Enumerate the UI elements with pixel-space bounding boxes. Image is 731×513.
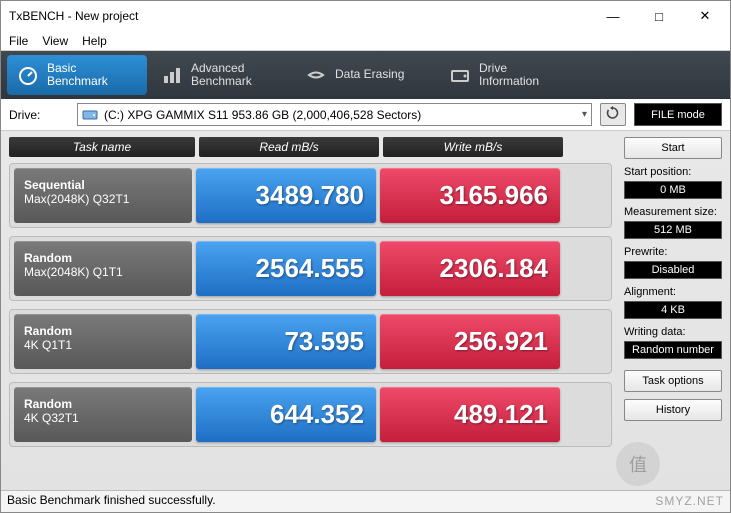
alignment-value[interactable]: 4 KB <box>624 301 722 319</box>
refresh-icon <box>606 106 620 123</box>
menu-help[interactable]: Help <box>82 34 107 48</box>
menubar: File View Help <box>1 31 730 51</box>
file-mode-button[interactable]: FILE mode <box>634 103 722 126</box>
start-position-label: Start position: <box>624 166 722 178</box>
write-value-cell: 489.121 <box>380 387 560 442</box>
watermark-text: SMYZ.NET <box>655 494 724 508</box>
results-header: Task name Read mB/s Write mB/s <box>9 137 612 157</box>
status-text: Basic Benchmark finished successfully. <box>7 493 216 507</box>
task-name-cell: SequentialMax(2048K) Q32T1 <box>14 168 192 223</box>
measurement-size-label: Measurement size: <box>624 206 722 218</box>
tab-drive-information[interactable]: Drive Information <box>439 55 579 95</box>
task-options-button[interactable]: Task options <box>624 370 722 392</box>
read-value-cell: 3489.780 <box>196 168 376 223</box>
tab-label: Data Erasing <box>335 68 404 81</box>
refresh-button[interactable] <box>600 103 626 126</box>
write-value-cell: 256.921 <box>380 314 560 369</box>
tab-label: Advanced Benchmark <box>191 62 252 88</box>
read-value-cell: 644.352 <box>196 387 376 442</box>
measurement-size-value[interactable]: 512 MB <box>624 221 722 239</box>
result-row: Random4K Q32T1644.352489.121 <box>9 382 612 447</box>
task-name-cell: Random4K Q1T1 <box>14 314 192 369</box>
erase-icon <box>305 64 327 86</box>
write-value-cell: 2306.184 <box>380 241 560 296</box>
chevron-down-icon: ▾ <box>582 109 587 120</box>
disk-icon <box>82 108 98 122</box>
drive-select[interactable]: (C:) XPG GAMMIX S11 953.86 GB (2,000,406… <box>77 103 592 126</box>
drive-selected-text: (C:) XPG GAMMIX S11 953.86 GB (2,000,406… <box>104 108 421 122</box>
titlebar: TxBENCH - New project — □ ✕ <box>1 1 730 31</box>
tab-data-erasing[interactable]: Data Erasing <box>295 55 435 95</box>
menu-view[interactable]: View <box>42 34 68 48</box>
window-title: TxBENCH - New project <box>9 9 590 23</box>
maximize-button[interactable]: □ <box>636 1 682 31</box>
tab-advanced-benchmark[interactable]: Advanced Benchmark <box>151 55 291 95</box>
history-button[interactable]: History <box>624 399 722 421</box>
start-position-value[interactable]: 0 MB <box>624 181 722 199</box>
writing-data-value[interactable]: Random number <box>624 341 722 359</box>
task-name-cell: RandomMax(2048K) Q1T1 <box>14 241 192 296</box>
minimize-button[interactable]: — <box>590 1 636 31</box>
drive-row: Drive: (C:) XPG GAMMIX S11 953.86 GB (2,… <box>1 99 730 131</box>
drive-icon <box>449 64 471 86</box>
tab-label: Basic Benchmark <box>47 62 108 88</box>
result-row: Random4K Q1T173.595256.921 <box>9 309 612 374</box>
tab-basic-benchmark[interactable]: Basic Benchmark <box>7 55 147 95</box>
statusbar: Basic Benchmark finished successfully. <box>1 490 730 512</box>
read-value-cell: 2564.555 <box>196 241 376 296</box>
read-value-cell: 73.595 <box>196 314 376 369</box>
close-button[interactable]: ✕ <box>682 1 728 31</box>
tab-label: Drive Information <box>479 62 539 88</box>
header-task: Task name <box>9 137 195 157</box>
task-name-cell: Random4K Q32T1 <box>14 387 192 442</box>
prewrite-value[interactable]: Disabled <box>624 261 722 279</box>
writing-data-label: Writing data: <box>624 326 722 338</box>
result-row: SequentialMax(2048K) Q32T13489.7803165.9… <box>9 163 612 228</box>
watermark-logo: 值 <box>616 442 660 486</box>
header-read: Read mB/s <box>199 137 379 157</box>
alignment-label: Alignment: <box>624 286 722 298</box>
bar-chart-icon <box>161 64 183 86</box>
results-panel: Task name Read mB/s Write mB/s Sequentia… <box>1 131 620 511</box>
file-mode-label: FILE mode <box>651 109 705 121</box>
toolbar: Basic Benchmark Advanced Benchmark Data … <box>1 51 730 99</box>
start-button[interactable]: Start <box>624 137 722 159</box>
gauge-icon <box>17 64 39 86</box>
result-row: RandomMax(2048K) Q1T12564.5552306.184 <box>9 236 612 301</box>
write-value-cell: 3165.966 <box>380 168 560 223</box>
drive-label: Drive: <box>9 108 69 122</box>
prewrite-label: Prewrite: <box>624 246 722 258</box>
menu-file[interactable]: File <box>9 34 28 48</box>
header-write: Write mB/s <box>383 137 563 157</box>
